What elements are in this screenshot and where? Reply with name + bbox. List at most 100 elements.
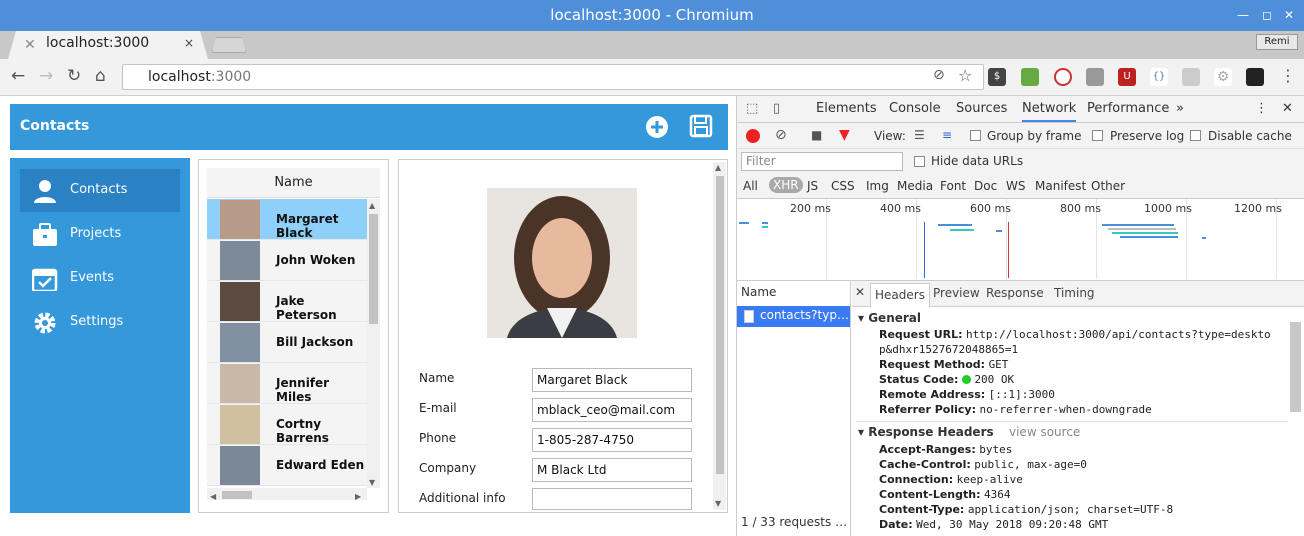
type-doc[interactable]: Doc <box>974 179 997 193</box>
list-item[interactable]: John Woken <box>207 240 367 281</box>
minimize-icon[interactable]: — <box>1232 0 1254 31</box>
address-bar[interactable] <box>122 64 984 90</box>
group-by-frame-label: Group by frame <box>987 129 1082 143</box>
filter-icon[interactable]: ▼ <box>839 127 850 143</box>
tab-elements[interactable]: Elements <box>816 101 877 116</box>
type-media[interactable]: Media <box>897 179 933 193</box>
info-field[interactable] <box>532 488 692 510</box>
clear-icon[interactable]: ⊘ <box>775 127 787 143</box>
form-scroll-thumb[interactable] <box>716 176 724 474</box>
url-text[interactable]: localhost:3000 <box>148 69 251 85</box>
blocked-icon[interactable]: ⊘ <box>933 67 945 83</box>
tab-response[interactable]: Response <box>986 286 1044 300</box>
general-section-toggle[interactable]: ▾ General <box>858 311 921 325</box>
list-hscroll-thumb[interactable] <box>222 491 252 499</box>
load-event-line <box>1008 222 1009 278</box>
type-img[interactable]: Img <box>866 179 889 193</box>
extension-mask-icon[interactable] <box>1182 68 1200 86</box>
disable-cache-checkbox[interactable] <box>1190 130 1201 141</box>
kv-key: Content-Type: <box>879 503 965 516</box>
tab-preview[interactable]: Preview <box>933 286 980 300</box>
extension-gear-icon[interactable]: ⚙ <box>1214 68 1232 86</box>
menu-icon[interactable]: ⋮ <box>1280 66 1296 85</box>
list-item[interactable]: Margaret Black <box>207 199 367 240</box>
device-toggle-icon[interactable]: ▯ <box>773 101 780 116</box>
scroll-down-icon[interactable]: ▼ <box>369 478 375 487</box>
filter-input[interactable]: Filter <box>741 152 903 171</box>
scroll-left-icon[interactable]: ◀ <box>210 492 216 501</box>
type-js[interactable]: JS <box>807 179 818 193</box>
large-rows-icon[interactable]: ☰ <box>914 128 925 142</box>
scroll-right-icon[interactable]: ▶ <box>355 492 361 501</box>
group-by-frame-checkbox[interactable] <box>970 130 981 141</box>
more-tabs-icon[interactable]: » <box>1176 101 1184 116</box>
company-field[interactable]: M Black Ltd <box>532 458 692 482</box>
headers-scrollbar[interactable] <box>1290 322 1301 412</box>
profile-button[interactable]: Remi <box>1256 34 1298 50</box>
screenshot-icon[interactable]: ■ <box>811 128 822 142</box>
tab-console[interactable]: Console <box>889 101 941 116</box>
extension-gray-icon[interactable] <box>1086 68 1104 86</box>
type-manifest[interactable]: Manifest <box>1035 179 1086 193</box>
bookmark-star-icon[interactable]: ☆ <box>958 66 972 85</box>
record-icon[interactable] <box>746 129 760 143</box>
type-font[interactable]: Font <box>940 179 966 193</box>
list-item[interactable]: Cortny Barrens <box>207 404 367 445</box>
preserve-log-checkbox[interactable] <box>1092 130 1103 141</box>
inspect-icon[interactable]: ⬚ <box>746 101 758 116</box>
extension-scope-icon[interactable]: $ <box>988 68 1006 86</box>
tab-performance[interactable]: Performance <box>1087 101 1169 116</box>
name-column-header[interactable]: Name <box>741 285 776 299</box>
type-css[interactable]: CSS <box>831 179 855 193</box>
email-field[interactable]: mblack_ceo@mail.com <box>532 398 692 422</box>
tab-close-icon[interactable]: × <box>184 36 194 50</box>
list-item[interactable]: Edward Eden <box>207 445 367 486</box>
extension-record-icon[interactable] <box>1054 68 1072 86</box>
forward-icon[interactable]: → <box>39 66 53 86</box>
list-column-header[interactable]: Name <box>207 168 380 198</box>
maximize-icon[interactable]: ◻ <box>1256 0 1278 31</box>
add-contact-icon[interactable] <box>645 115 669 139</box>
tab-headers[interactable]: Headers <box>870 283 930 307</box>
type-ws[interactable]: WS <box>1006 179 1025 193</box>
devtools-menu-icon[interactable]: ⋮ <box>1255 101 1268 116</box>
tab-sources[interactable]: Sources <box>956 101 1007 116</box>
type-all[interactable]: All <box>743 179 758 193</box>
ublock-icon[interactable]: U <box>1118 68 1136 86</box>
name-field[interactable]: Margaret Black <box>532 368 692 392</box>
sidebar-item-projects[interactable]: Projects <box>20 213 180 256</box>
new-tab-button[interactable] <box>212 37 246 53</box>
form-scroll-up-icon[interactable]: ▲ <box>715 163 721 172</box>
request-url-row-cont: p&dhxr1527672048865=1 <box>879 343 1018 356</box>
sidebar-item-contacts[interactable]: Contacts <box>20 169 180 212</box>
list-scroll-thumb[interactable] <box>369 214 378 324</box>
view-source-link[interactable]: view source <box>1009 425 1080 439</box>
list-item[interactable]: Jake Peterson <box>207 281 367 322</box>
tab-timing[interactable]: Timing <box>1054 286 1095 300</box>
extension-json-icon[interactable]: {} <box>1150 68 1168 86</box>
sidebar-item-events[interactable]: Events <box>20 257 180 300</box>
list-item[interactable]: Jennifer Miles <box>207 363 367 404</box>
close-window-icon[interactable]: ✕ <box>1278 0 1300 31</box>
waterfall-icon[interactable]: ≡ <box>942 128 952 142</box>
save-icon[interactable] <box>689 114 713 138</box>
timeline-bar <box>739 222 749 224</box>
home-icon[interactable]: ⌂ <box>95 66 106 86</box>
extension-dark-icon[interactable] <box>1246 68 1264 86</box>
type-xhr[interactable]: XHR <box>769 177 803 193</box>
close-detail-icon[interactable]: ✕ <box>855 285 865 299</box>
phone-field[interactable]: 1-805-287-4750 <box>532 428 692 452</box>
back-icon[interactable]: ← <box>11 66 25 86</box>
tab-network[interactable]: Network <box>1022 101 1077 122</box>
response-headers-toggle[interactable]: ▾ Response Headers <box>858 425 994 439</box>
list-item[interactable]: Bill Jackson <box>207 322 367 363</box>
form-scroll-down-icon[interactable]: ▼ <box>715 499 721 508</box>
type-other[interactable]: Other <box>1091 179 1125 193</box>
extension-green-icon[interactable] <box>1021 68 1039 86</box>
gear-icon <box>34 312 56 334</box>
reload-icon[interactable]: ↻ <box>67 66 81 86</box>
scroll-up-icon[interactable]: ▲ <box>369 201 375 210</box>
devtools-close-icon[interactable]: ✕ <box>1282 101 1293 116</box>
sidebar-item-settings[interactable]: Settings <box>20 301 180 344</box>
hide-data-urls-checkbox[interactable] <box>914 156 925 167</box>
